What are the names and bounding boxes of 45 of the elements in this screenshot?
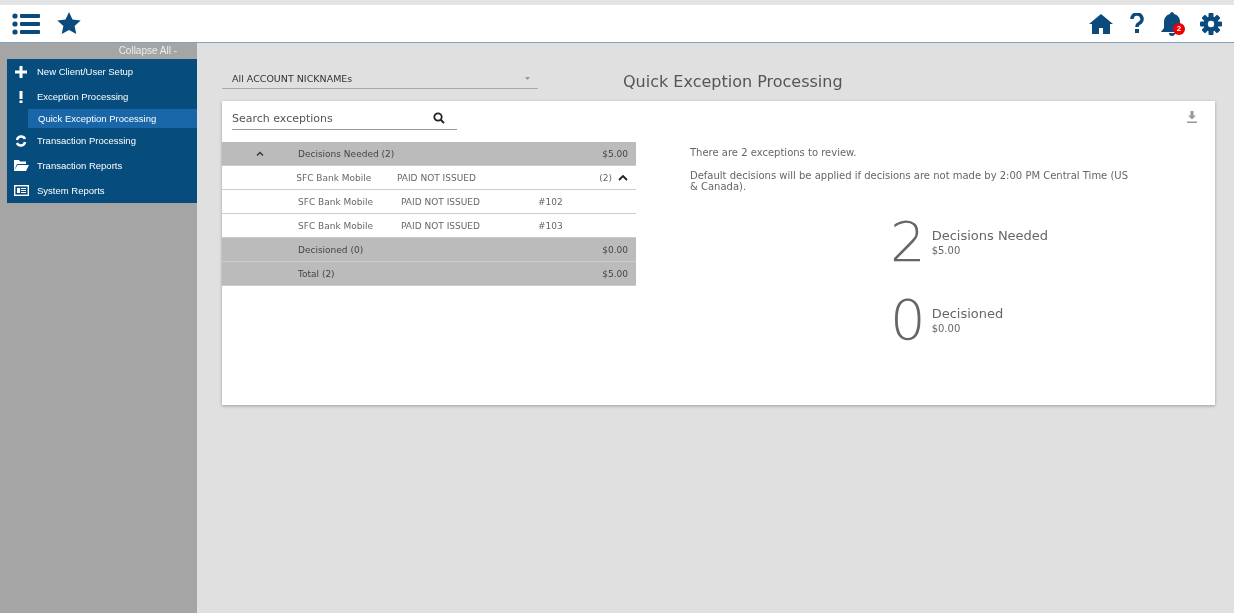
plus-icon xyxy=(15,65,27,78)
stat-number: 2 xyxy=(890,214,926,270)
table-cell-text: PAID NOT ISSUED xyxy=(396,172,477,183)
stat-amount: $5.00 xyxy=(931,245,962,256)
table-cell: #103 xyxy=(538,220,563,231)
table-cell-text: PAID NOT ISSUED xyxy=(401,220,481,231)
account-select[interactable]: All ACCOUNT NICKNAMEs xyxy=(222,73,538,89)
stat-amount: $0.00 xyxy=(931,323,962,334)
table-cell-text: PAID NOT ISSUED xyxy=(401,196,481,207)
table-cell-text: SFC Bank Mobile xyxy=(296,172,373,183)
group-label: Decisioned (0) xyxy=(298,244,365,255)
stat-number: 0 xyxy=(890,292,926,348)
sidebar-subitem[interactable]: Quick Exception Processing xyxy=(28,109,197,128)
download-icon[interactable] xyxy=(1187,111,1197,123)
exclamation-icon xyxy=(19,90,23,103)
table-cell: #102 xyxy=(538,196,563,207)
group-amount: $5.00 xyxy=(601,148,629,159)
report-icon xyxy=(13,185,29,196)
stat-label: Decisioned xyxy=(931,306,1004,321)
table-cell-text: SFC Bank Mobile xyxy=(298,196,375,207)
sidebar-item[interactable]: New Client/User Setup xyxy=(7,59,197,84)
sidebar-item[interactable]: Transaction Processing xyxy=(7,128,197,153)
help-icon[interactable] xyxy=(1130,13,1144,34)
dropdown-caret-icon xyxy=(525,77,530,80)
settings-icon[interactable] xyxy=(1200,12,1222,35)
home-icon[interactable] xyxy=(1089,13,1113,34)
page-title: Quick Exception Processing xyxy=(623,71,843,91)
folder-icon xyxy=(13,160,29,171)
chevron-icon[interactable] xyxy=(618,174,628,181)
group-label: Total (2) xyxy=(298,268,336,279)
list-icon[interactable] xyxy=(12,12,40,35)
search-icon xyxy=(433,112,445,124)
table-cell-text: SFC Bank Mobile xyxy=(298,220,375,231)
group-label: Decisions Needed (2) xyxy=(298,148,396,159)
info-message: Default decisions will be applied if decisions are not made by 2:00 PM Central Time (US & Canada). xyxy=(690,170,1130,192)
info-message: There are 2 exceptions to review. xyxy=(690,147,858,158)
sidebar-item[interactable]: Exception Processing xyxy=(7,84,197,109)
group-amount: $0.00 xyxy=(601,244,629,255)
stat-label: Decisions Needed xyxy=(931,228,1049,243)
sidebar-item[interactable]: Transaction Reports xyxy=(7,153,197,178)
sidebar-item[interactable]: System Reports xyxy=(7,178,197,203)
star-icon[interactable] xyxy=(57,12,81,35)
sync-icon xyxy=(15,134,27,147)
table-cell: (2) xyxy=(599,172,612,183)
group-amount: $5.00 xyxy=(601,268,629,279)
